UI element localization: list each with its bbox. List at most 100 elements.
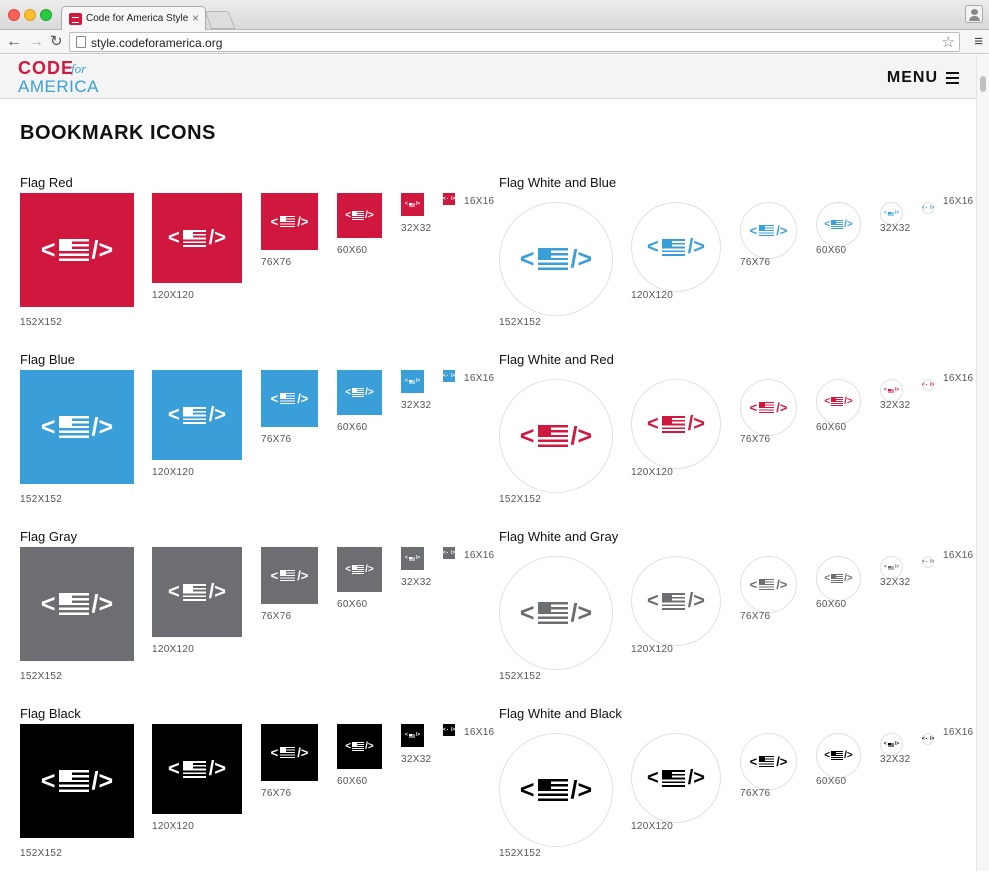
icon-tile: </>	[401, 370, 424, 393]
icon-tile: </>	[20, 547, 134, 661]
bookmark-icon-32x32[interactable]: </> 32X32	[401, 193, 431, 234]
icon-tile: </>	[337, 370, 382, 415]
bookmark-icon-120x120[interactable]: </> 120X120	[631, 193, 721, 301]
bookmark-icon-76x76[interactable]: </> 76X76	[740, 547, 797, 622]
bookmark-icon-16x16[interactable]: </> 16X16	[443, 724, 494, 738]
bookmark-icon-76x76[interactable]: </> 76X76	[261, 193, 318, 268]
browser-tab[interactable]: Code for America Style Gu ×	[61, 6, 206, 31]
code-flag-icon: </>	[168, 404, 226, 426]
code-for-america-logo[interactable]: CODE for AMERICA	[18, 59, 100, 95]
bookmark-icon-76x76[interactable]: </> 76X76	[261, 370, 318, 445]
icon-tile: </>	[922, 202, 934, 214]
bookmark-icon-32x32[interactable]: </> 32X32	[880, 370, 910, 411]
code-flag-icon: </>	[40, 766, 114, 795]
code-flag-icon: </>	[883, 741, 900, 747]
code-flag-icon: </>	[442, 549, 456, 556]
bookmark-icon-152x152[interactable]: </> 152X152	[20, 370, 134, 505]
bookmark-icon-120x120[interactable]: </> 120X120	[152, 193, 242, 301]
bookmark-icon-152x152[interactable]: </> 152X152	[20, 547, 134, 682]
size-label: 152X152	[499, 671, 542, 682]
bookmark-icon-60x60[interactable]: </> 60X60	[337, 724, 382, 787]
scrollbar-thumb[interactable]	[980, 76, 986, 92]
icon-tile: </>	[631, 379, 721, 469]
profile-icon[interactable]	[965, 5, 983, 23]
bookmark-icon-120x120[interactable]: </> 120X120	[631, 724, 721, 832]
bookmark-icon-60x60[interactable]: </> 60X60	[816, 724, 861, 787]
icon-group-title: Flag Blue	[20, 352, 75, 367]
bookmark-icon-60x60[interactable]: </> 60X60	[816, 547, 861, 610]
bookmark-icon-60x60[interactable]: </> 60X60	[337, 193, 382, 256]
bookmark-icon-16x16[interactable]: </> 16X16	[922, 547, 973, 568]
bookmark-star-icon[interactable]: ☆	[942, 33, 955, 51]
code-flag-icon: </>	[168, 227, 226, 249]
code-flag-icon: </>	[519, 244, 593, 273]
code-flag-icon: </>	[442, 372, 456, 379]
size-label: 32X32	[880, 754, 911, 765]
bookmark-icon-120x120[interactable]: </> 120X120	[152, 724, 242, 832]
bookmark-icon-60x60[interactable]: </> 60X60	[816, 370, 861, 433]
bookmark-icon-16x16[interactable]: </> 16X16	[443, 193, 494, 207]
bookmark-icon-152x152[interactable]: </> 152X152	[20, 724, 134, 859]
code-flag-icon: </>	[345, 386, 374, 398]
back-arrow-icon[interactable]: ←	[6, 32, 22, 52]
icon-tile: </>	[20, 193, 134, 307]
browser-menu-icon[interactable]: ≡	[974, 33, 983, 51]
bookmark-icon-32x32[interactable]: </> 32X32	[880, 547, 910, 588]
bookmark-icon-60x60[interactable]: </> 60X60	[337, 547, 382, 610]
bookmark-icon-76x76[interactable]: </> 76X76	[740, 724, 797, 799]
bookmark-icon-16x16[interactable]: </> 16X16	[442, 370, 494, 384]
bookmark-icon-152x152[interactable]: </> 152X152	[20, 193, 134, 328]
minimize-window-button[interactable]	[24, 9, 36, 21]
bookmark-icon-76x76[interactable]: </> 76X76	[740, 193, 797, 268]
bookmark-icon-120x120[interactable]: </> 120X120	[631, 370, 721, 478]
size-label: 76X76	[740, 257, 771, 268]
bookmark-icon-76x76[interactable]: </> 76X76	[740, 370, 797, 445]
bookmark-icon-152x152[interactable]: </> 152X152	[499, 724, 613, 859]
bookmark-icon-120x120[interactable]: </> 120X120	[152, 547, 242, 655]
bookmark-icon-32x32[interactable]: </> 32X32	[880, 724, 910, 765]
icon-tile: </>	[499, 379, 613, 493]
bookmark-icon-16x16[interactable]: </> 16X16	[922, 193, 973, 214]
bookmark-icon-16x16[interactable]: </> 16X16	[922, 724, 973, 745]
bookmark-icon-32x32[interactable]: </> 32X32	[401, 547, 431, 588]
bookmark-icon-32x32[interactable]: </> 32X32	[401, 370, 431, 411]
size-label: 60X60	[337, 599, 368, 610]
bookmark-icon-60x60[interactable]: </> 60X60	[816, 193, 861, 256]
icon-tile: </>	[922, 379, 934, 391]
reload-icon[interactable]: ↻	[50, 32, 63, 52]
bookmark-icon-60x60[interactable]: </> 60X60	[337, 370, 382, 433]
bookmark-icon-16x16[interactable]: </> 16X16	[922, 370, 973, 391]
bookmark-icon-152x152[interactable]: </> 152X152	[499, 193, 613, 328]
icon-tile: </>	[880, 202, 903, 225]
icon-tile: </>	[922, 733, 934, 745]
menu-button[interactable]: MENU	[887, 69, 959, 87]
icon-tile: </>	[152, 724, 242, 814]
forward-arrow-icon[interactable]: →	[28, 32, 44, 52]
code-flag-icon: </>	[749, 223, 788, 238]
address-bar[interactable]: style.codeforamerica.org ☆	[69, 32, 960, 52]
size-label: 152X152	[20, 494, 63, 505]
bookmark-icon-120x120[interactable]: </> 120X120	[631, 547, 721, 655]
url-text[interactable]: style.codeforamerica.org	[91, 36, 222, 50]
bookmark-icon-152x152[interactable]: </> 152X152	[499, 547, 613, 682]
bookmark-icon-76x76[interactable]: </> 76X76	[261, 724, 318, 799]
bookmark-icon-76x76[interactable]: </> 76X76	[261, 547, 318, 622]
tab-close-icon[interactable]: ×	[192, 11, 199, 25]
close-window-button[interactable]	[8, 9, 20, 21]
page-scrollbar[interactable]	[976, 55, 989, 871]
bookmark-icon-32x32[interactable]: </> 32X32	[401, 724, 431, 765]
bookmark-icon-16x16[interactable]: </> 16X16	[442, 547, 494, 561]
icon-tile: </>	[740, 202, 797, 259]
bookmark-icon-120x120[interactable]: </> 120X120	[152, 370, 242, 478]
code-flag-icon: </>	[921, 558, 935, 565]
size-label: 32X32	[880, 577, 911, 588]
page-icon	[76, 36, 86, 48]
new-tab-button[interactable]	[204, 11, 236, 29]
bookmark-icon-32x32[interactable]: </> 32X32	[880, 193, 910, 234]
code-flag-icon: </>	[270, 745, 309, 760]
code-flag-icon: </>	[345, 563, 374, 575]
code-flag-icon: </>	[404, 378, 421, 384]
code-flag-icon: </>	[647, 767, 705, 789]
bookmark-icon-152x152[interactable]: </> 152X152	[499, 370, 613, 505]
zoom-window-button[interactable]	[40, 9, 52, 21]
